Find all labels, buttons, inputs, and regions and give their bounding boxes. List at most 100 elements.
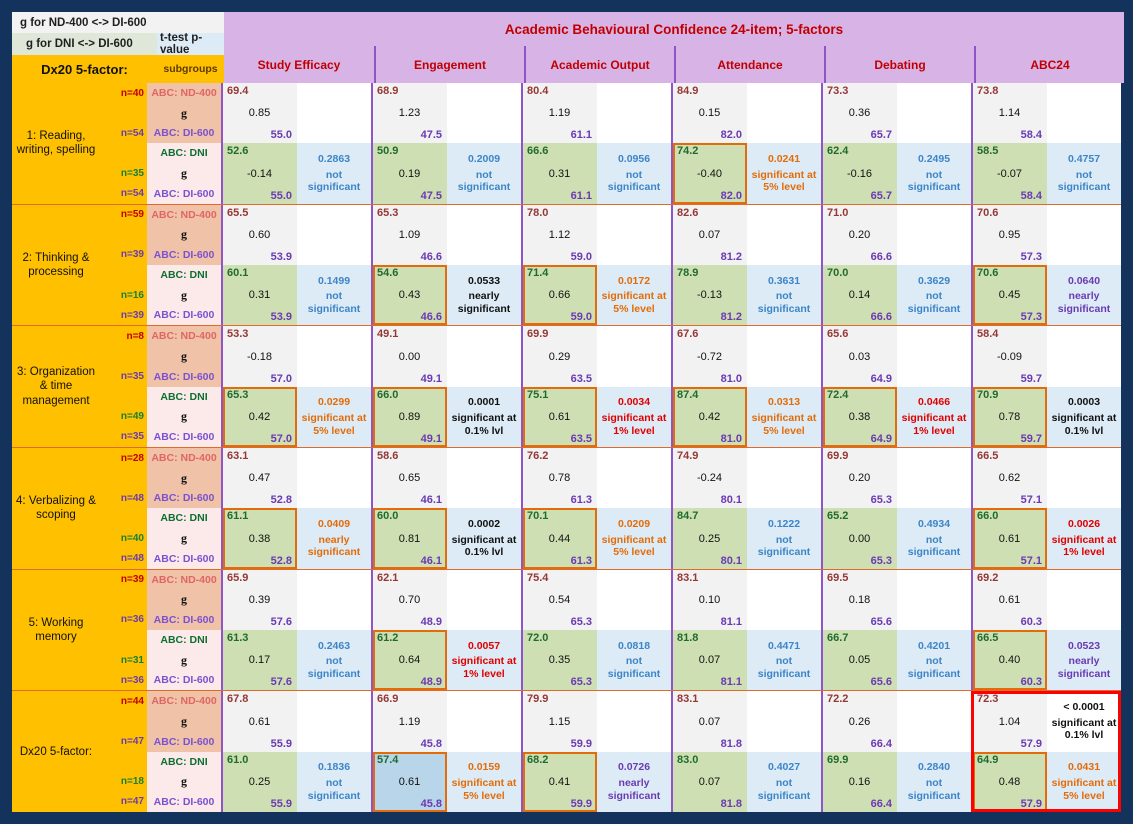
value-cell-dni-4-1[interactable]: 61.2 0.64 48.9	[373, 630, 448, 691]
pvalue-cell-dni-3-5[interactable]: 0.0026 significant at 1% level	[1047, 508, 1121, 569]
pvalue-cell-dni-0-1[interactable]: 0.2009 not significant	[447, 143, 521, 204]
value-cell-nd-5-5[interactable]: 72.3 1.04 57.9	[973, 691, 1048, 752]
pvalue-cell-nd-3-3[interactable]	[747, 448, 821, 509]
pvalue-cell-dni-0-4[interactable]: 0.2495 not significant	[897, 143, 971, 204]
value-cell-dni-4-0[interactable]: 61.3 0.17 57.6	[223, 630, 298, 691]
pvalue-cell-nd-1-5[interactable]	[1047, 204, 1121, 266]
pvalue-cell-nd-2-2[interactable]	[597, 326, 671, 387]
value-cell-dni-3-5[interactable]: 66.0 0.61 57.1	[973, 508, 1048, 569]
pvalue-cell-nd-2-3[interactable]	[747, 326, 821, 387]
value-cell-dni-4-2[interactable]: 72.0 0.35 65.3	[523, 630, 598, 691]
value-cell-dni-3-2[interactable]: 70.1 0.44 61.3	[523, 508, 598, 569]
value-cell-dni-0-5[interactable]: 58.5 -0.07 58.4	[973, 143, 1048, 204]
value-cell-nd-0-5[interactable]: 73.8 1.14 58.4	[973, 83, 1048, 144]
pvalue-cell-nd-0-3[interactable]	[747, 83, 821, 144]
pvalue-cell-nd-2-5[interactable]	[1047, 326, 1121, 387]
value-cell-dni-0-2[interactable]: 66.6 0.31 61.1	[523, 143, 598, 204]
pvalue-cell-dni-2-0[interactable]: 0.0299 significant at 5% level	[297, 386, 371, 448]
value-cell-nd-3-1[interactable]: 58.6 0.65 46.1	[373, 448, 448, 509]
value-cell-nd-1-1[interactable]: 65.3 1.09 46.6	[373, 204, 448, 266]
pvalue-cell-dni-5-0[interactable]: 0.1836 not significant	[297, 751, 371, 813]
pvalue-cell-nd-1-1[interactable]	[447, 204, 521, 266]
pvalue-cell-dni-4-5[interactable]: 0.0523 nearly significant	[1047, 630, 1121, 691]
value-cell-nd-2-4[interactable]: 65.6 0.03 64.9	[823, 326, 898, 387]
pvalue-cell-dni-1-4[interactable]: 0.3629 not significant	[897, 265, 971, 326]
value-cell-dni-2-0[interactable]: 65.3 0.42 57.0	[223, 386, 298, 448]
value-cell-dni-3-4[interactable]: 65.2 0.00 65.3	[823, 508, 898, 569]
pvalue-cell-nd-4-4[interactable]	[897, 569, 971, 631]
pvalue-cell-dni-0-2[interactable]: 0.0956 not significant	[597, 143, 671, 204]
value-cell-nd-4-4[interactable]: 69.5 0.18 65.6	[823, 569, 898, 631]
value-cell-nd-5-0[interactable]: 67.8 0.61 55.9	[223, 691, 298, 752]
value-cell-dni-5-5[interactable]: 64.9 0.48 57.9	[973, 751, 1048, 813]
value-cell-dni-5-3[interactable]: 83.0 0.07 81.8	[673, 751, 748, 813]
value-cell-dni-0-3[interactable]: 74.2 -0.40 82.0	[673, 143, 748, 204]
value-cell-dni-2-5[interactable]: 70.9 0.78 59.7	[973, 386, 1048, 448]
pvalue-cell-dni-3-4[interactable]: 0.4934 not significant	[897, 508, 971, 569]
value-cell-dni-1-5[interactable]: 70.6 0.45 57.3	[973, 265, 1048, 326]
value-cell-nd-4-2[interactable]: 75.4 0.54 65.3	[523, 569, 598, 631]
pvalue-cell-nd-0-1[interactable]	[447, 83, 521, 144]
pvalue-cell-dni-2-4[interactable]: 0.0466 significant at 1% level	[897, 386, 971, 448]
pvalue-cell-dni-5-4[interactable]: 0.2840 not significant	[897, 751, 971, 813]
pvalue-cell-dni-3-3[interactable]: 0.1222 not significant	[747, 508, 821, 569]
value-cell-nd-2-0[interactable]: 53.3 -0.18 57.0	[223, 326, 298, 387]
value-cell-nd-4-1[interactable]: 62.1 0.70 48.9	[373, 569, 448, 631]
value-cell-dni-1-0[interactable]: 60.1 0.31 53.9	[223, 265, 298, 326]
value-cell-dni-5-4[interactable]: 69.9 0.16 66.4	[823, 751, 898, 813]
pvalue-cell-dni-1-3[interactable]: 0.3631 not significant	[747, 265, 821, 326]
value-cell-dni-2-3[interactable]: 87.4 0.42 81.0	[673, 386, 748, 448]
pvalue-cell-dni-0-0[interactable]: 0.2863 not significant	[297, 143, 371, 204]
pvalue-cell-dni-1-0[interactable]: 0.1499 not significant	[297, 265, 371, 326]
value-cell-nd-3-0[interactable]: 63.1 0.47 52.8	[223, 448, 298, 509]
value-cell-nd-1-4[interactable]: 71.0 0.20 66.6	[823, 204, 898, 266]
pvalue-cell-nd-4-5[interactable]	[1047, 569, 1121, 631]
value-cell-nd-1-2[interactable]: 78.0 1.12 59.0	[523, 204, 598, 266]
pvalue-cell-nd-0-5[interactable]	[1047, 83, 1121, 144]
value-cell-dni-2-2[interactable]: 75.1 0.61 63.5	[523, 386, 598, 448]
pvalue-cell-nd-5-2[interactable]	[597, 691, 671, 752]
pvalue-cell-dni-5-3[interactable]: 0.4027 not significant	[747, 751, 821, 813]
value-cell-dni-1-4[interactable]: 70.0 0.14 66.6	[823, 265, 898, 326]
value-cell-nd-3-3[interactable]: 74.9 -0.24 80.1	[673, 448, 748, 509]
pvalue-cell-nd-5-4[interactable]	[897, 691, 971, 752]
pvalue-cell-nd-3-1[interactable]	[447, 448, 521, 509]
pvalue-cell-dni-4-2[interactable]: 0.0818 not significant	[597, 630, 671, 691]
value-cell-nd-4-3[interactable]: 83.1 0.10 81.1	[673, 569, 748, 631]
pvalue-cell-nd-4-2[interactable]	[597, 569, 671, 631]
value-cell-nd-4-0[interactable]: 65.9 0.39 57.6	[223, 569, 298, 631]
pvalue-cell-nd-5-3[interactable]	[747, 691, 821, 752]
pvalue-cell-nd-4-1[interactable]	[447, 569, 521, 631]
value-cell-dni-0-4[interactable]: 62.4 -0.16 65.7	[823, 143, 898, 204]
value-cell-nd-2-2[interactable]: 69.9 0.29 63.5	[523, 326, 598, 387]
pvalue-cell-dni-5-2[interactable]: 0.0726 nearly significant	[597, 751, 671, 813]
value-cell-dni-4-3[interactable]: 81.8 0.07 81.1	[673, 630, 748, 691]
value-cell-nd-3-2[interactable]: 76.2 0.78 61.3	[523, 448, 598, 509]
pvalue-cell-dni-4-3[interactable]: 0.4471 not significant	[747, 630, 821, 691]
value-cell-nd-0-3[interactable]: 84.9 0.15 82.0	[673, 83, 748, 144]
pvalue-cell-nd-3-5[interactable]	[1047, 448, 1121, 509]
value-cell-dni-3-0[interactable]: 61.1 0.38 52.8	[223, 508, 298, 569]
pvalue-cell-nd-2-0[interactable]	[297, 326, 371, 387]
pvalue-cell-dni-3-1[interactable]: 0.0002 significant at 0.1% lvl	[447, 508, 521, 569]
pvalue-cell-nd-5-0[interactable]	[297, 691, 371, 752]
value-cell-dni-3-3[interactable]: 84.7 0.25 80.1	[673, 508, 748, 569]
pvalue-cell-nd-0-2[interactable]	[597, 83, 671, 144]
pvalue-cell-nd-5-1[interactable]	[447, 691, 521, 752]
value-cell-nd-3-4[interactable]: 69.9 0.20 65.3	[823, 448, 898, 509]
value-cell-dni-1-1[interactable]: 54.6 0.43 46.6	[373, 265, 448, 326]
pvalue-cell-dni-4-4[interactable]: 0.4201 not significant	[897, 630, 971, 691]
pvalue-cell-dni-5-1[interactable]: 0.0159 significant at 5% level	[447, 751, 521, 813]
value-cell-nd-0-1[interactable]: 68.9 1.23 47.5	[373, 83, 448, 144]
pvalue-cell-dni-4-0[interactable]: 0.2463 not significant	[297, 630, 371, 691]
pvalue-cell-nd-1-3[interactable]	[747, 204, 821, 266]
value-cell-dni-5-0[interactable]: 61.0 0.25 55.9	[223, 751, 298, 813]
pvalue-cell-dni-0-3[interactable]: 0.0241 significant at 5% level	[747, 143, 821, 204]
pvalue-cell-nd-3-4[interactable]	[897, 448, 971, 509]
pvalue-cell-dni-1-1[interactable]: 0.0533 nearly significant	[447, 265, 521, 326]
value-cell-nd-5-3[interactable]: 83.1 0.07 81.8	[673, 691, 748, 752]
value-cell-dni-0-0[interactable]: 52.6 -0.14 55.0	[223, 143, 298, 204]
pvalue-cell-dni-2-3[interactable]: 0.0313 significant at 5% level	[747, 386, 821, 448]
pvalue-cell-nd-0-4[interactable]	[897, 83, 971, 144]
value-cell-dni-5-1[interactable]: 57.4 0.61 45.8	[373, 751, 448, 813]
